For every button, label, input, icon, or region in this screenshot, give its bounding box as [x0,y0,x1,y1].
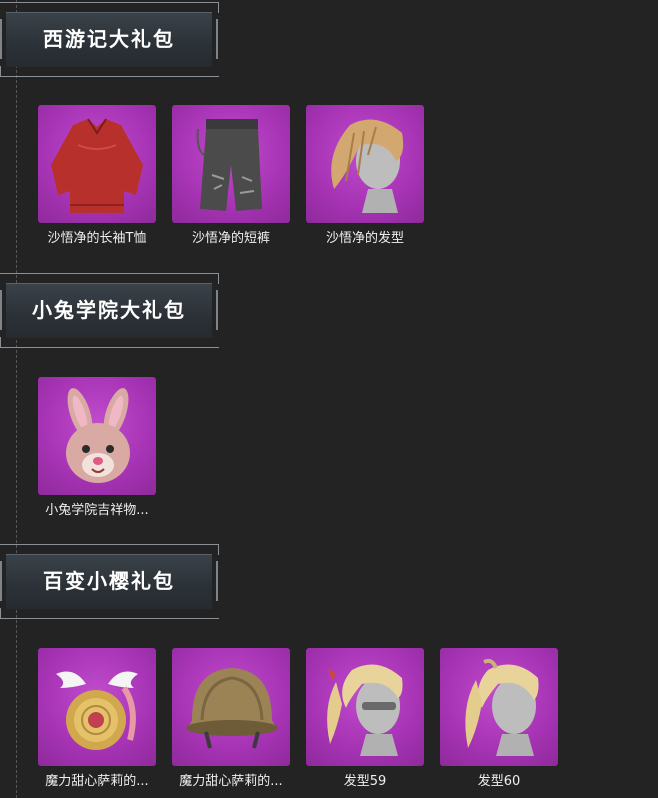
item-card[interactable]: 发型59 [306,648,424,790]
section-title: 小兔学院大礼包 [32,298,186,322]
helmet-icon [172,648,290,766]
hairstyle-icon [306,105,424,223]
red-shirt-icon [38,105,156,223]
item-grid-baibian: 魔力甜心萨莉的... 魔力甜心萨莉的... 发型59 发型60 [38,648,558,790]
item-grid-xiaotu: 小兔学院吉祥物... [38,377,156,519]
item-card[interactable]: 小兔学院吉祥物... [38,377,156,519]
section-header-xiyouji: 西游记大礼包 [0,0,220,80]
section-header-xiaotu: 小兔学院大礼包 [0,271,220,351]
item-label: 沙悟净的发型 [325,231,404,246]
item-label: 发型59 [343,774,387,789]
item-grid-xiyouji: 沙悟净的长袖T恤 沙悟净的短裤 沙悟净的发型 [38,105,424,247]
section-title: 百变小樱礼包 [43,569,175,593]
rabbit-mascot-icon [38,377,156,495]
item-card[interactable]: 沙悟净的短裤 [172,105,290,247]
header-frame-bottom [0,337,219,348]
item-label: 沙悟净的短裤 [191,231,270,246]
item-card[interactable]: 魔力甜心萨莉的... [172,648,290,790]
section-title: 西游记大礼包 [43,27,175,51]
item-label: 沙悟净的长袖T恤 [47,231,147,246]
item-label: 发型60 [477,774,521,789]
item-label: 魔力甜心萨莉的... [45,774,149,789]
item-label: 小兔学院吉祥物... [45,503,149,518]
winged-backpack-icon [38,648,156,766]
item-label: 魔力甜心萨莉的... [179,774,283,789]
header-frame-bottom [0,66,219,77]
timeline-line [16,0,17,798]
shorts-icon [172,105,290,223]
hairstyle-icon [440,648,558,766]
header-frame-bottom [0,608,219,619]
item-card[interactable]: 发型60 [440,648,558,790]
item-card[interactable]: 沙悟净的发型 [306,105,424,247]
hairstyle-icon [306,648,424,766]
item-card[interactable]: 魔力甜心萨莉的... [38,648,156,790]
item-card[interactable]: 沙悟净的长袖T恤 [38,105,156,247]
section-header-baibian: 百变小樱礼包 [0,542,220,622]
